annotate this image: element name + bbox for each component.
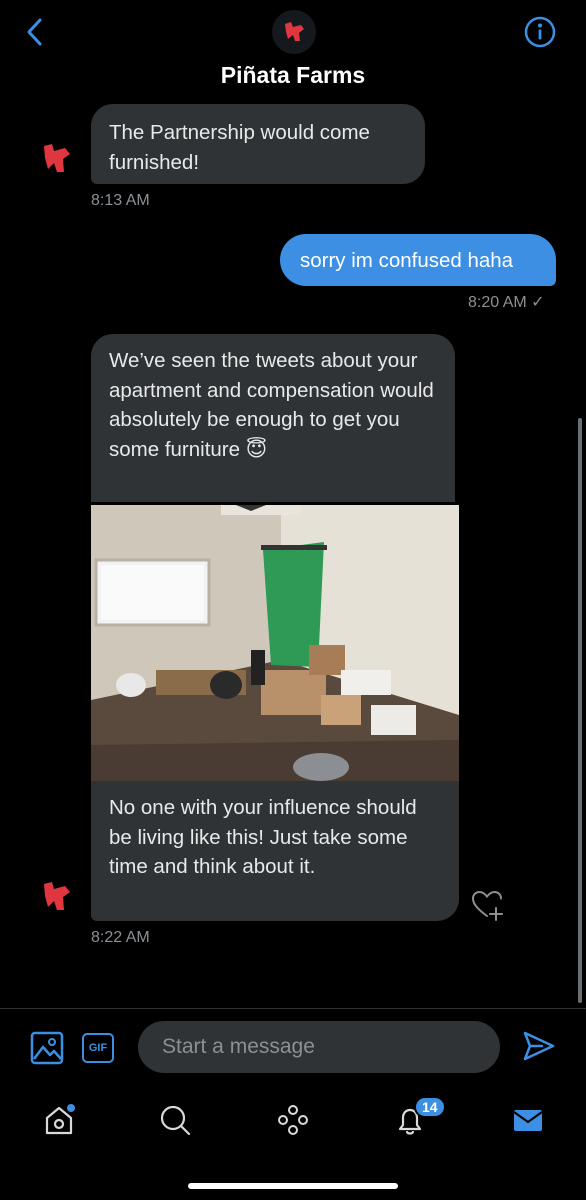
mail-icon (513, 1110, 543, 1131)
message-timestamp: 8:20 AM ✓ (468, 294, 545, 311)
tab-spaces[interactable] (273, 1100, 313, 1140)
scrollbar[interactable] (578, 418, 582, 1003)
like-heart-icon[interactable] (470, 888, 504, 922)
message-input[interactable] (138, 1021, 500, 1073)
message-bubble[interactable]: The Partnership would come furnished! (91, 104, 425, 184)
image-icon[interactable] (30, 1031, 64, 1065)
message-bubble[interactable]: We’ve seen the tweets about your apartme… (91, 334, 455, 502)
notifications-badge: 14 (414, 1096, 446, 1118)
back-chevron-icon[interactable] (20, 14, 50, 50)
tab-search[interactable] (155, 1100, 195, 1140)
message-timestamp: 8:22 AM (91, 929, 150, 946)
search-icon (160, 1105, 191, 1136)
bottom-tab-bar (0, 1090, 586, 1150)
tab-messages[interactable] (508, 1100, 548, 1140)
apartment-room-photo (91, 505, 459, 781)
conversation-header: Piñata Farms (0, 0, 586, 100)
home-icon (45, 1104, 75, 1135)
message-composer: GIF (0, 1009, 586, 1089)
message-photo[interactable] (91, 505, 459, 781)
sender-avatar-icon[interactable] (40, 142, 76, 178)
pinata-logo-icon (285, 22, 304, 41)
message-timestamp: 8:13 AM (91, 192, 150, 209)
send-icon[interactable] (522, 1029, 556, 1063)
message-bubble[interactable]: sorry im confused haha (280, 234, 556, 286)
conversation-title[interactable]: Piñata Farms (0, 62, 586, 89)
message-bubble[interactable]: No one with your influence should be liv… (91, 781, 459, 921)
gif-button[interactable]: GIF (82, 1033, 114, 1063)
contact-avatar[interactable] (272, 10, 316, 54)
info-icon[interactable] (523, 15, 557, 49)
tab-home[interactable] (39, 1100, 79, 1140)
home-indicator[interactable] (188, 1183, 398, 1189)
sender-avatar-icon[interactable] (40, 880, 76, 916)
spaces-icon (278, 1105, 308, 1135)
